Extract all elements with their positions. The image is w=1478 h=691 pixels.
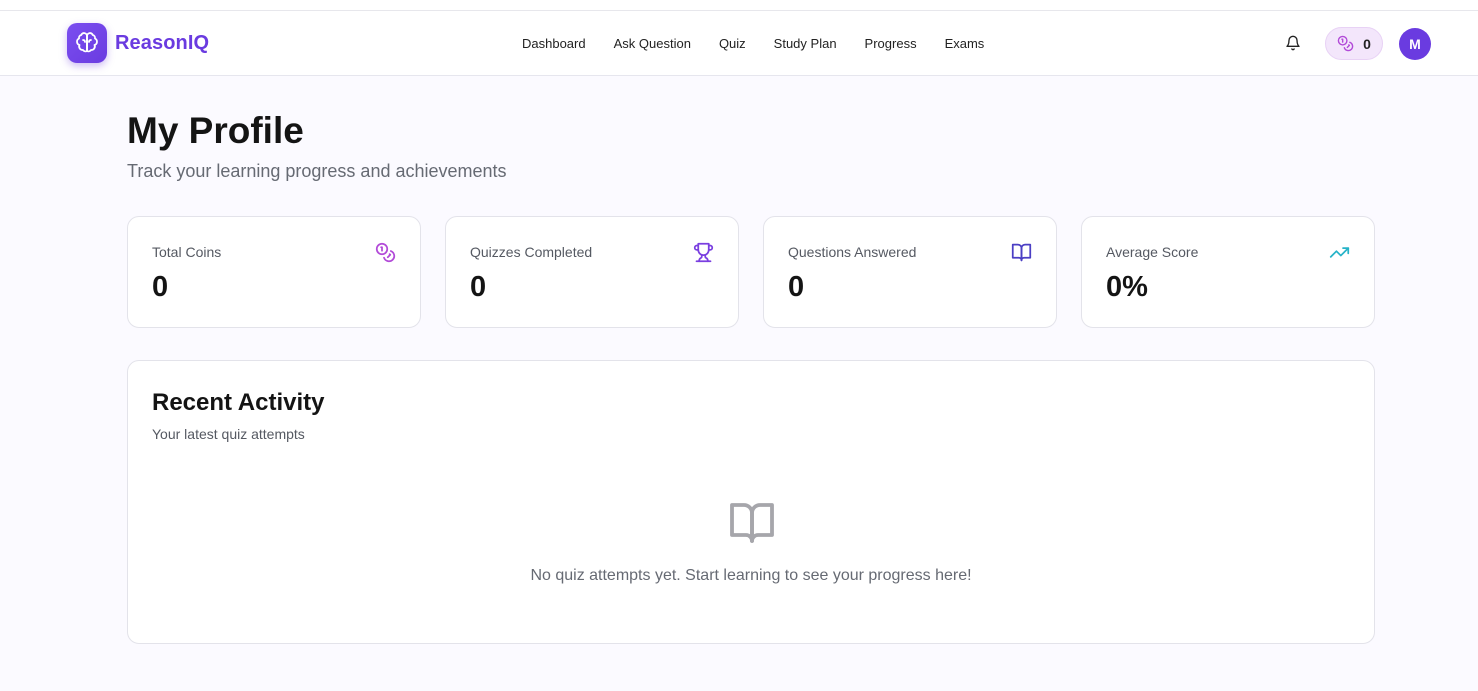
stat-value: 0 [470, 271, 487, 303]
recent-activity-card: Recent Activity Your latest quiz attempt… [127, 360, 1375, 644]
trophy-icon [692, 241, 714, 263]
stat-card-quizzes-completed: Quizzes Completed 0 [445, 216, 739, 328]
nav-item-exams[interactable]: Exams [931, 33, 999, 55]
stat-label: Quizzes Completed [470, 244, 593, 260]
book-open-icon [1010, 241, 1032, 263]
coins-count: 0 [1363, 35, 1371, 52]
nav-item-ask-question[interactable]: Ask Question [600, 33, 705, 55]
top-navbar: ReasonIQ Dashboard Ask Question Quiz Stu… [0, 11, 1478, 76]
nav-item-study-plan[interactable]: Study Plan [760, 33, 851, 55]
stat-value: 0% [1106, 271, 1148, 303]
stat-card-questions-answered: Questions Answered 0 [763, 216, 1057, 328]
bell-icon [1286, 35, 1300, 51]
book-open-icon [726, 499, 778, 547]
logo-badge[interactable] [67, 23, 107, 63]
page-subtitle: Track your learning progress and achieve… [127, 161, 507, 181]
recent-activity-subtitle: Your latest quiz attempts [152, 426, 305, 442]
stat-value: 0 [152, 271, 169, 303]
stats-row: Total Coins 0 Quizzes Completed 0 Questi… [127, 216, 1375, 328]
stat-card-average-score: Average Score 0% [1081, 216, 1375, 328]
recent-activity-title: Recent Activity [152, 389, 325, 416]
nav-item-progress[interactable]: Progress [851, 33, 931, 55]
nav-item-quiz[interactable]: Quiz [705, 33, 760, 55]
trending-up-icon [1328, 241, 1350, 263]
coins-icon [374, 241, 396, 263]
stat-value: 0 [788, 271, 805, 303]
coins-icon [1337, 35, 1354, 52]
stat-label: Average Score [1106, 244, 1199, 260]
empty-state-message: No quiz attempts yet. Start learning to … [530, 567, 972, 584]
page-title: My Profile [127, 110, 304, 151]
main-nav: Dashboard Ask Question Quiz Study Plan P… [508, 33, 998, 55]
stat-card-total-coins: Total Coins 0 [127, 216, 421, 328]
user-avatar[interactable]: M [1399, 28, 1431, 60]
brain-icon [76, 32, 98, 53]
coins-balance-button[interactable]: 0 [1325, 27, 1383, 60]
notifications-button[interactable] [1281, 31, 1305, 55]
stat-label: Total Coins [152, 244, 222, 260]
brand-name[interactable]: ReasonIQ [115, 32, 209, 55]
stat-label: Questions Answered [788, 244, 917, 260]
browser-top-strip [0, 0, 1478, 11]
nav-item-dashboard[interactable]: Dashboard [508, 33, 600, 55]
